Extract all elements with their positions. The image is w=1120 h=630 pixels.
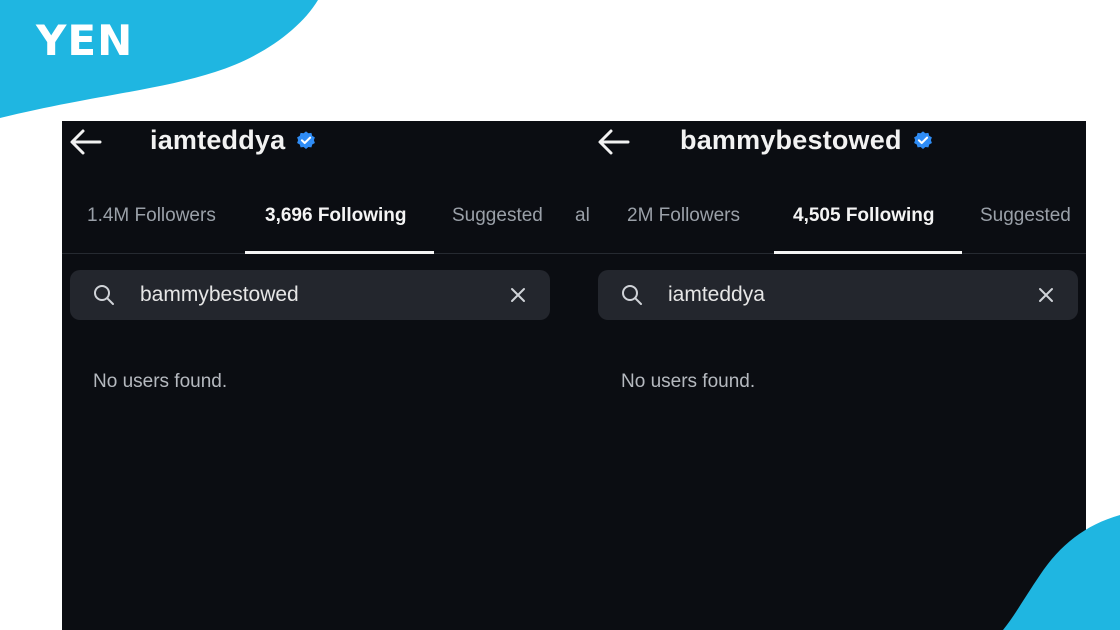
- back-arrow-icon[interactable]: [68, 127, 104, 157]
- search-icon: [622, 285, 642, 305]
- brand-corner-shape: [1003, 515, 1120, 630]
- back-arrow-icon[interactable]: [596, 127, 632, 157]
- search-input[interactable]: [668, 278, 1008, 312]
- tab-followers[interactable]: 1.4M Followers: [87, 205, 216, 227]
- search-icon: [94, 285, 114, 305]
- profile-username: bammybestowed: [680, 125, 934, 156]
- profile-tabs: 2M Followers 4,505 Following Suggested: [590, 191, 1086, 254]
- profile-tabs: 1.4M Followers 3,696 Following Suggested: [62, 191, 590, 254]
- empty-results-message: No users found.: [93, 371, 228, 392]
- search-bar: [598, 270, 1078, 320]
- tab-following[interactable]: 3,696 Following: [265, 205, 406, 227]
- screenshot-composite: iamteddya 1.4M Followers 3,696 Following…: [62, 121, 1086, 630]
- profile-panel-left: iamteddya 1.4M Followers 3,696 Following…: [62, 121, 590, 630]
- tab-suggested[interactable]: Suggested: [980, 205, 1071, 227]
- search-bar: [70, 270, 550, 320]
- verified-badge-icon: [913, 130, 932, 149]
- yen-logo: YEN: [36, 16, 134, 65]
- header-bar: iamteddya: [62, 121, 590, 163]
- username-text: bammybestowed: [680, 125, 902, 155]
- close-icon[interactable]: [508, 285, 528, 305]
- profile-username: iamteddya: [150, 125, 317, 156]
- close-icon[interactable]: [1036, 285, 1056, 305]
- tab-followers[interactable]: 2M Followers: [627, 205, 740, 227]
- username-text: iamteddya: [150, 125, 286, 155]
- tab-fragment: al: [575, 205, 590, 226]
- search-input[interactable]: [140, 278, 480, 312]
- header-bar: bammybestowed: [590, 121, 1086, 163]
- verified-badge-icon: [297, 130, 316, 149]
- tab-suggested[interactable]: Suggested: [452, 205, 543, 227]
- active-tab-indicator: [245, 251, 434, 254]
- active-tab-indicator: [774, 251, 962, 254]
- empty-results-message: No users found.: [621, 371, 756, 392]
- tab-following[interactable]: 4,505 Following: [793, 205, 934, 227]
